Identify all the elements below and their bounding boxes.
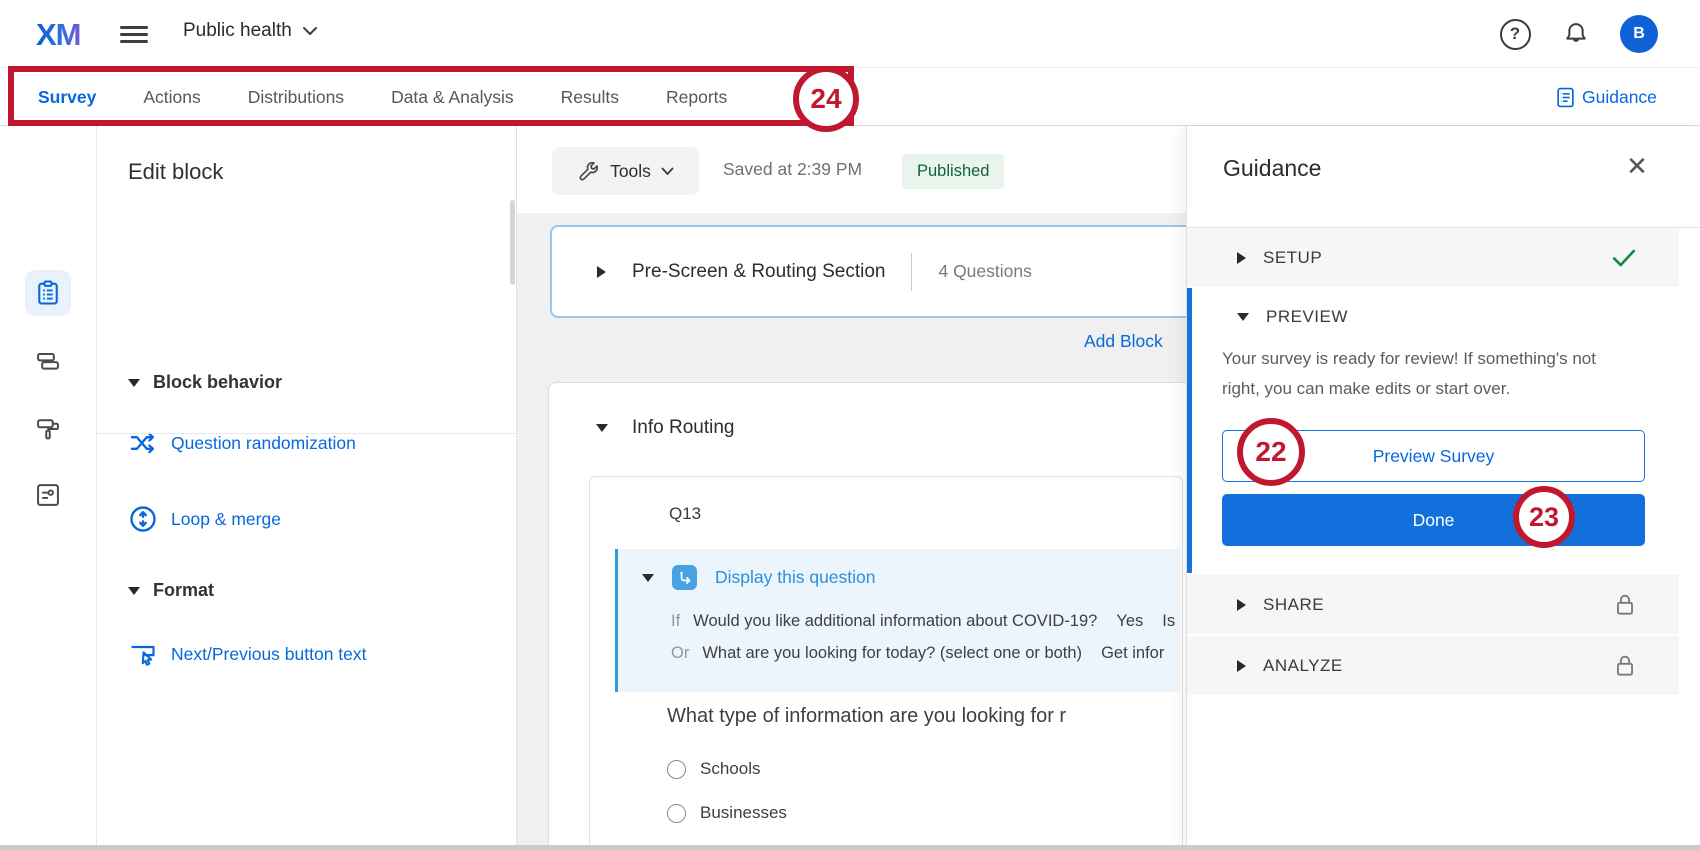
tab-distributions[interactable]: Distributions <box>248 68 344 126</box>
edit-block-title: Edit block <box>128 159 223 185</box>
done-button[interactable]: Done <box>1222 494 1645 546</box>
section-format[interactable]: Format <box>128 580 214 601</box>
button-cursor-icon <box>128 640 158 668</box>
help-button[interactable]: ? <box>1497 16 1533 52</box>
expand-triangle-icon[interactable] <box>597 266 606 278</box>
guidance-section-share[interactable]: SHARE <box>1187 575 1679 634</box>
clipboard-list-icon <box>34 279 62 307</box>
lock-icon <box>1613 653 1637 679</box>
condition-or-row: Or What are you looking for today? (sele… <box>671 644 1164 663</box>
survey-canvas: Tools Saved at 2:39 PM Published Pre-Scr… <box>517 126 1186 850</box>
rail-survey-options-button[interactable] <box>25 472 71 518</box>
main-nav-tabs: Survey Actions Distributions Data & Anal… <box>38 68 727 126</box>
edit-block-panel: Edit block Block behavior Question rando… <box>97 126 517 850</box>
guidance-toggle-link[interactable]: Guidance <box>1556 68 1657 126</box>
add-block-link[interactable]: Add Block <box>1084 331 1163 352</box>
pre-screen-section-card[interactable]: Pre-Screen & Routing Section 4 Questions <box>550 225 1186 318</box>
divider <box>911 253 912 291</box>
lock-icon <box>1613 592 1637 618</box>
tab-reports[interactable]: Reports <box>666 68 727 126</box>
question-id: Q13 <box>669 504 701 524</box>
preview-section-header[interactable]: PREVIEW <box>1237 307 1348 327</box>
answer-option[interactable]: Schools <box>667 759 760 779</box>
published-badge: Published <box>902 154 1004 189</box>
loop-merge-link[interactable]: Loop & merge <box>128 504 281 534</box>
preview-survey-button[interactable]: Preview Survey <box>1222 430 1645 482</box>
window-bottom-edge <box>0 845 1700 850</box>
question-card-q13[interactable]: Q13 Display this question If Would you l… <box>589 476 1183 850</box>
guidance-doc-icon <box>1556 87 1575 108</box>
display-logic-icon <box>672 565 697 590</box>
paint-roller-icon <box>34 415 62 443</box>
block-title: Info Routing <box>632 417 734 439</box>
rail-look-feel-button[interactable] <box>25 406 71 452</box>
guidance-section-preview: PREVIEW Your survey is ready for review!… <box>1187 288 1679 573</box>
collapse-triangle-icon[interactable] <box>596 424 608 432</box>
radio-icon[interactable] <box>667 760 686 779</box>
project-name: Public health <box>183 20 292 42</box>
tab-actions[interactable]: Actions <box>143 68 200 126</box>
guidance-panel: Guidance ✕ SETUP PREVIEW Your survey is … <box>1186 126 1700 850</box>
question-text: What type of information are you looking… <box>667 705 1066 728</box>
project-switcher[interactable]: Public health <box>183 20 318 42</box>
next-previous-button-text-link[interactable]: Next/Previous button text <box>128 640 367 668</box>
collapse-triangle-icon <box>128 587 140 595</box>
bell-icon <box>1562 20 1590 48</box>
check-icon <box>1611 247 1637 269</box>
loop-icon <box>128 504 158 534</box>
main-nav-tabbar: Survey Actions Distributions Data & Anal… <box>0 68 1700 126</box>
display-logic-header[interactable]: Display this question <box>642 565 876 590</box>
section-block-behavior[interactable]: Block behavior <box>128 372 282 393</box>
display-logic-label: Display this question <box>715 567 876 588</box>
sliders-icon <box>34 481 62 509</box>
tab-data-analysis[interactable]: Data & Analysis <box>391 68 514 126</box>
wrench-icon <box>577 160 600 183</box>
chevron-down-icon <box>302 26 318 36</box>
qualtrics-survey-builder: XM Public health ? B Survey Actions Dist… <box>0 0 1700 850</box>
section-title: Pre-Screen & Routing Section <box>632 261 885 283</box>
panel-divider <box>97 433 516 434</box>
panel-scrollbar[interactable] <box>510 200 515 285</box>
expand-triangle-icon <box>1237 599 1246 611</box>
saved-status: Saved at 2:39 PM <box>723 126 862 213</box>
tab-results[interactable]: Results <box>561 68 619 126</box>
preview-description: Your survey is ready for review! If some… <box>1222 344 1634 404</box>
top-bar: XM Public health ? B <box>0 0 1700 68</box>
condition-if-row: If Would you like additional information… <box>671 612 1175 631</box>
guidance-section-setup[interactable]: SETUP <box>1187 228 1679 287</box>
guidance-title: Guidance <box>1223 155 1321 182</box>
xm-logo[interactable]: XM <box>36 17 81 53</box>
radio-icon[interactable] <box>667 804 686 823</box>
tools-button[interactable]: Tools <box>552 147 699 195</box>
notifications-button[interactable] <box>1558 16 1594 52</box>
display-logic-box[interactable]: Display this question If Would you like … <box>615 549 1180 692</box>
collapse-triangle-icon <box>642 574 654 582</box>
blocks-icon <box>34 347 62 375</box>
answer-option[interactable]: Businesses <box>667 803 787 823</box>
rail-blocks-button[interactable] <box>25 338 71 384</box>
rail-survey-builder-button[interactable] <box>25 270 71 316</box>
help-icon: ? <box>1500 19 1531 50</box>
expand-triangle-icon <box>1237 660 1246 672</box>
guidance-section-analyze[interactable]: ANALYZE <box>1187 636 1679 695</box>
collapse-triangle-icon <box>128 379 140 387</box>
hamburger-menu-icon[interactable] <box>120 22 148 46</box>
tab-survey[interactable]: Survey <box>38 68 96 126</box>
info-routing-block: Info Routing Q13 Display this question I… <box>548 382 1186 850</box>
chevron-down-icon <box>661 167 674 176</box>
close-icon[interactable]: ✕ <box>1619 148 1655 184</box>
user-avatar[interactable]: B <box>1620 15 1658 53</box>
expand-triangle-icon <box>1237 252 1246 264</box>
question-count: 4 Questions <box>938 261 1031 282</box>
collapse-triangle-icon <box>1237 313 1249 321</box>
canvas-toolbar: Tools Saved at 2:39 PM Published <box>517 126 1186 213</box>
builder-icon-rail <box>0 126 97 850</box>
